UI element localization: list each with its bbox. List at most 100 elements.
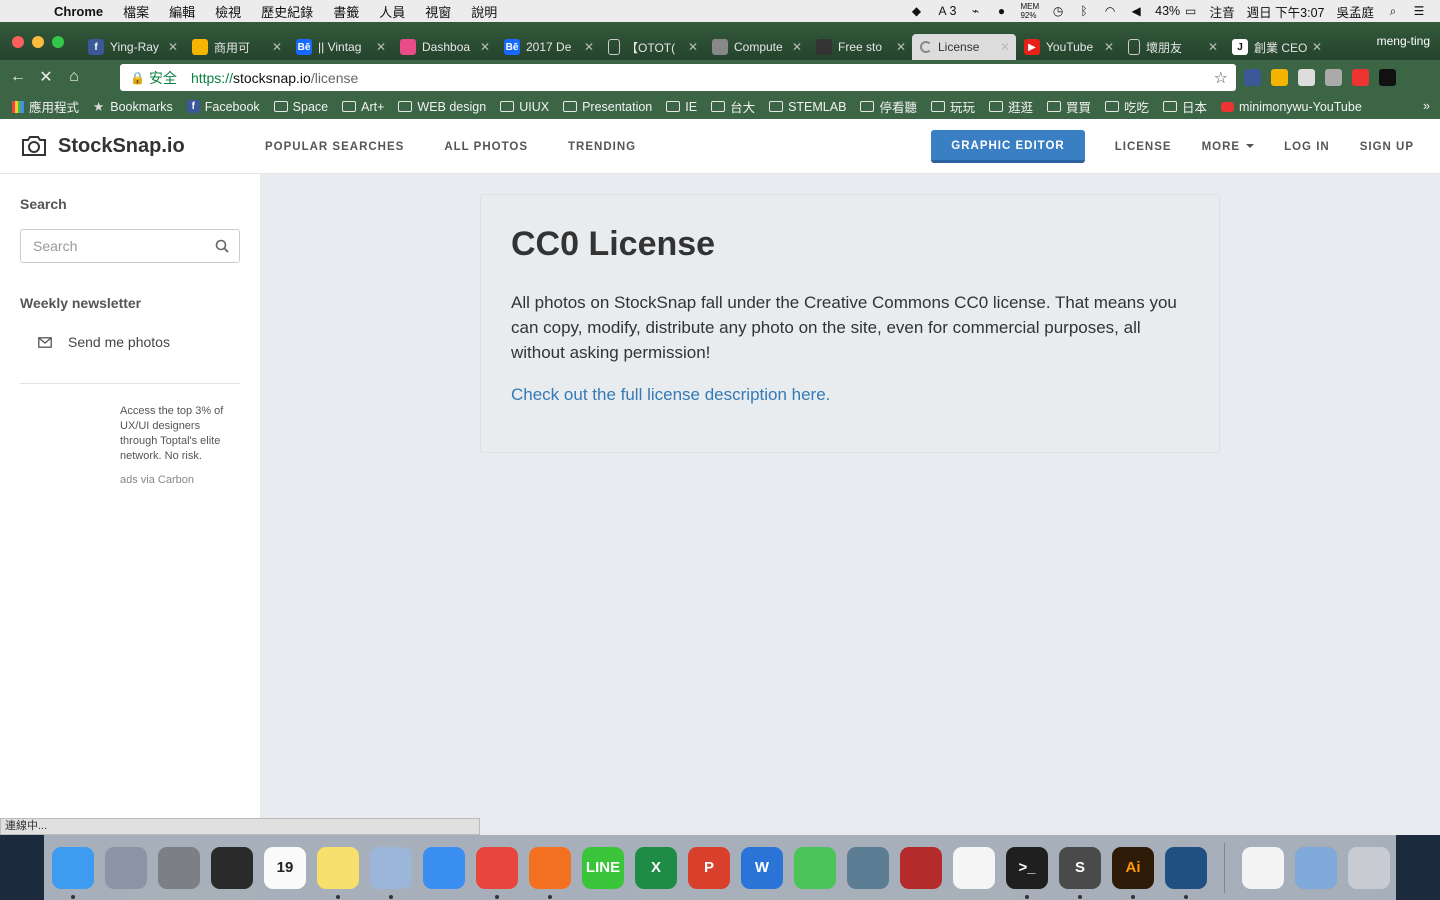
moon-icon[interactable]: ● (994, 4, 1008, 18)
nav-all-photos[interactable]: ALL PHOTOS (444, 141, 528, 153)
bookmark-star-icon[interactable]: ☆ (1214, 68, 1228, 88)
close-tab-icon[interactable]: ✕ (272, 40, 282, 54)
dock-excel-icon[interactable]: X (635, 846, 677, 889)
browser-tab[interactable]: 【OTOT(✕ (600, 34, 704, 60)
bookmark-folder[interactable]: 吃吃 (1105, 97, 1149, 116)
dock-finder-icon[interactable] (52, 846, 94, 899)
dock-line-icon[interactable]: LINE (582, 846, 624, 889)
menu-view[interactable]: 檢視 (215, 2, 241, 21)
carbon-ad-text[interactable]: Access the top 3% of UX/UI designers thr… (120, 404, 240, 464)
nav-popular-searches[interactable]: POPULAR SEARCHES (265, 141, 404, 153)
bookmark-folder[interactable]: 逛逛 (988, 97, 1033, 116)
bluetooth-icon[interactable]: ᛒ (1077, 4, 1091, 18)
dock-document-icon[interactable] (1242, 846, 1284, 889)
browser-tab[interactable]: 壞朋友 ✕ (1120, 34, 1224, 60)
bookmark-folder[interactable]: Presentation (563, 100, 652, 114)
red-extension-icon[interactable] (1352, 69, 1369, 86)
browser-tab[interactable]: Compute ✕ (704, 34, 808, 60)
maximize-window-icon[interactable] (52, 36, 64, 48)
menu-history[interactable]: 歷史紀錄 (261, 2, 313, 21)
dock-safari-icon[interactable] (423, 846, 465, 889)
dock-trash-icon[interactable] (1348, 846, 1390, 889)
bookmark-folder[interactable]: 玩玩 (930, 97, 975, 116)
site-logo[interactable]: StockSnap.io (20, 134, 185, 158)
dock-calendar-icon[interactable]: 19 (264, 846, 306, 889)
dock-image-capture-icon[interactable] (847, 846, 889, 889)
close-tab-icon[interactable]: ✕ (480, 40, 490, 54)
browser-tab[interactable]: Bē || Vintag ✕ (288, 34, 392, 60)
dock-preview-icon[interactable] (370, 846, 412, 899)
drive-extension-icon[interactable] (1271, 69, 1288, 86)
close-tab-icon[interactable]: ✕ (792, 40, 802, 54)
browser-tab[interactable]: f Ying-Ray ✕ (80, 34, 184, 60)
dock-activity-monitor-icon[interactable] (211, 846, 253, 889)
bookmark-folder[interactable]: 買買 (1046, 97, 1091, 116)
bookmark-bookmarks[interactable]: ★ Bookmarks (93, 99, 173, 115)
memory-status[interactable]: MEM 92% (1020, 2, 1039, 20)
menu-window[interactable]: 視窗 (425, 2, 451, 21)
back-arrow-icon[interactable]: ← (4, 68, 32, 86)
browser-tab[interactable]: Dashboa ✕ (392, 34, 496, 60)
menu-bookmarks[interactable]: 書籤 (333, 2, 359, 21)
ads-via-carbon-link[interactable]: ads via Carbon (120, 474, 194, 486)
dock-word-icon[interactable]: W (741, 846, 783, 889)
nav-more-dropdown[interactable]: MORE (1202, 141, 1255, 153)
dock-downloads-folder-icon[interactable] (1295, 846, 1337, 889)
browser-tab[interactable]: License ✕ (912, 34, 1016, 60)
browser-tab[interactable]: Free sto ✕ (808, 34, 912, 60)
dock-sublime-text-icon[interactable]: S (1059, 846, 1101, 899)
nav-trending[interactable]: TRENDING (568, 141, 636, 153)
menu-file[interactable]: 檔案 (123, 2, 149, 21)
volume-icon[interactable]: ◀ (1129, 4, 1143, 18)
menu-edit[interactable]: 編輯 (169, 2, 195, 21)
browser-tab[interactable]: ▶ YouTube ✕ (1016, 34, 1120, 60)
nav-license[interactable]: LICENSE (1115, 141, 1172, 153)
input-method[interactable]: 注音 (1210, 2, 1235, 21)
bookmark-folder[interactable]: 台大 (711, 97, 755, 116)
send-me-photos-link[interactable]: Send me photos (38, 334, 170, 350)
browser-tab[interactable]: Bē 2017 De ✕ (496, 34, 600, 60)
minimize-window-icon[interactable] (32, 36, 44, 48)
search-icon[interactable] (215, 239, 229, 253)
bookmark-folder[interactable]: 日本 (1163, 97, 1207, 116)
bookmark-folder[interactable]: UIUX (500, 100, 549, 114)
address-bar[interactable]: 🔒 安全 https:// stocksnap.io /license ☆ (120, 64, 1236, 91)
bookmark-apps[interactable]: 應用程式 (12, 97, 79, 116)
wifi-icon[interactable]: ◠ (1103, 4, 1117, 18)
home-icon[interactable]: ⌂ (60, 68, 88, 86)
close-tab-icon[interactable]: ✕ (1208, 40, 1218, 54)
evernote-icon[interactable]: ⌁ (968, 4, 982, 18)
battery-status[interactable]: 43% ▭ (1155, 4, 1198, 18)
bookmark-folder[interactable]: IE (666, 100, 697, 114)
bookmark-folder[interactable]: STEMLAB (769, 100, 846, 114)
ghostery-extension-icon[interactable] (1379, 69, 1396, 86)
dropbox-icon[interactable]: ◆ (910, 4, 924, 18)
close-tab-icon[interactable]: ✕ (1104, 40, 1114, 54)
bookmark-folder[interactable]: Art+ (342, 100, 384, 114)
facebook-extension-icon[interactable] (1244, 69, 1261, 86)
app-menu-chrome[interactable]: Chrome (54, 4, 103, 19)
dock-terminal-icon[interactable]: >_ (1006, 846, 1048, 899)
sidebar-search-field[interactable] (20, 229, 240, 263)
bookmark-folder[interactable]: 停看聽 (860, 97, 917, 116)
notification-center-icon[interactable]: ☰ (1412, 4, 1426, 18)
search-input[interactable] (33, 238, 203, 254)
close-tab-icon[interactable]: ✕ (1312, 40, 1322, 54)
signup-link[interactable]: SIGN UP (1360, 141, 1414, 153)
bookmarks-overflow-button[interactable]: » (1423, 99, 1430, 113)
dock-launchpad-icon[interactable] (105, 846, 147, 889)
dock-photos-icon[interactable] (953, 846, 995, 889)
profile-button[interactable]: meng-ting (1377, 34, 1430, 48)
dock-firefox-icon[interactable] (529, 846, 571, 899)
time-machine-icon[interactable]: ◷ (1051, 4, 1065, 18)
dock-facetime-icon[interactable] (794, 846, 836, 889)
dock-sourcetree-icon[interactable] (1165, 846, 1207, 899)
login-link[interactable]: LOG IN (1284, 141, 1330, 153)
toggl-extension-icon[interactable] (1298, 69, 1315, 86)
full-license-link[interactable]: Check out the full license description h… (511, 385, 1189, 405)
close-tab-icon[interactable]: ✕ (376, 40, 386, 54)
dock-system-preferences-icon[interactable] (158, 846, 200, 889)
close-tab-icon[interactable]: ✕ (584, 40, 594, 54)
stop-loading-icon[interactable]: ✕ (32, 67, 60, 87)
browser-tab[interactable]: J 創業 CEO ✕ (1224, 34, 1328, 60)
